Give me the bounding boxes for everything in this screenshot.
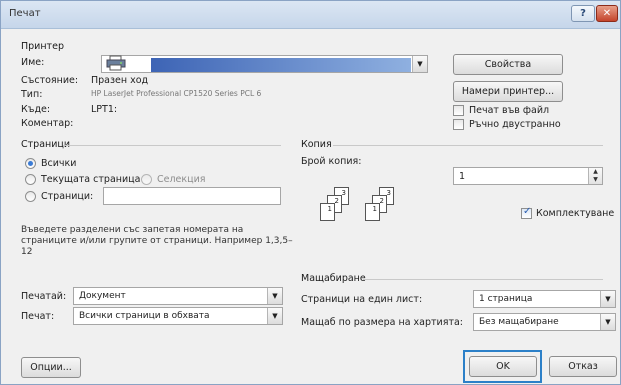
manual-duplex-label: Ръчно двустранно bbox=[469, 119, 561, 130]
copies-count-label: Брой копия: bbox=[301, 156, 362, 167]
copies-count-value: 1 bbox=[459, 171, 466, 182]
zoom-divider bbox=[363, 279, 603, 280]
page-number: 2 bbox=[334, 197, 339, 205]
type-value: HP LaserJet Professional CP1520 Series P… bbox=[91, 89, 262, 98]
chevron-down-icon: ▼ bbox=[267, 308, 282, 324]
where-label: Къде: bbox=[21, 104, 51, 115]
page-range-label: Страници: bbox=[41, 191, 94, 202]
pages-per-sheet-value: 1 страница bbox=[479, 294, 533, 304]
ok-button[interactable]: OK bbox=[469, 356, 537, 377]
title-bar: Печат ? ✕ bbox=[1, 1, 620, 29]
page-range-input[interactable] bbox=[103, 187, 281, 205]
spinner-arrows-icon[interactable]: ▲ ▼ bbox=[588, 168, 602, 184]
print-to-file-label: Печат във файл bbox=[469, 105, 550, 116]
page-number: 3 bbox=[386, 189, 391, 197]
status-label: Състояние: bbox=[21, 75, 79, 86]
print-range-value: Всички страници в обхвата bbox=[79, 311, 210, 321]
page-number: 2 bbox=[379, 197, 384, 205]
scale-value: Без мащабиране bbox=[479, 317, 559, 327]
current-page-radio[interactable] bbox=[25, 174, 36, 185]
page-icon: 1 bbox=[365, 203, 380, 221]
print-what-select[interactable]: Документ ▼ bbox=[73, 287, 283, 305]
collate-checkbox[interactable] bbox=[521, 206, 532, 219]
collate-label: Комплектуване bbox=[536, 208, 615, 219]
type-label: Тип: bbox=[21, 89, 43, 100]
chevron-down-icon: ▼ bbox=[267, 288, 282, 304]
page-icon: 1 bbox=[320, 203, 335, 221]
print-what-value: Документ bbox=[79, 291, 126, 301]
printer-name-label: Име: bbox=[21, 57, 45, 68]
page-range-radio[interactable] bbox=[25, 191, 36, 202]
scale-select[interactable]: Без мащабиране ▼ bbox=[473, 313, 616, 331]
all-pages-radio[interactable] bbox=[25, 158, 36, 169]
pages-divider bbox=[63, 145, 281, 146]
page-number: 1 bbox=[372, 205, 377, 213]
chevron-down-icon: ▼ bbox=[600, 314, 615, 330]
options-button[interactable]: Опции... bbox=[21, 357, 81, 378]
page-range-hint: Въведете разделени със запетая номерата … bbox=[21, 225, 293, 257]
find-printer-button[interactable]: Намери принтер... bbox=[453, 81, 563, 102]
current-page-label: Текущата страница bbox=[41, 174, 141, 185]
copies-group-title: Копия bbox=[301, 139, 332, 150]
comment-label: Коментар: bbox=[21, 118, 74, 129]
print-range-label: Печат: bbox=[21, 311, 55, 322]
copies-divider bbox=[333, 145, 603, 146]
print-dialog: Печат ? ✕ Принтер Име: ▼ Състояние: Праз… bbox=[0, 0, 621, 385]
where-value: LPT1: bbox=[91, 104, 118, 115]
properties-button[interactable]: Свойства bbox=[453, 54, 563, 75]
window-title: Печат bbox=[9, 8, 41, 19]
printer-icon bbox=[106, 55, 126, 71]
print-to-file-checkbox[interactable] bbox=[453, 105, 464, 116]
pages-per-sheet-label: Страници на един лист: bbox=[301, 294, 423, 305]
pages-per-sheet-select[interactable]: 1 страница ▼ bbox=[473, 290, 616, 308]
page-number: 1 bbox=[327, 205, 332, 213]
help-button[interactable]: ? bbox=[571, 5, 595, 22]
scale-label: Мащаб по размера на хартията: bbox=[301, 317, 464, 328]
page-number: 3 bbox=[341, 189, 346, 197]
selection-label: Селекция bbox=[157, 174, 206, 185]
printer-group-title: Принтер bbox=[21, 41, 64, 52]
copies-count-input[interactable]: 1 ▲ ▼ bbox=[453, 167, 603, 185]
status-value: Празен ход bbox=[91, 75, 149, 86]
cancel-button[interactable]: Отказ bbox=[549, 356, 617, 377]
chevron-down-icon: ▼ bbox=[600, 291, 615, 307]
selection-radio[interactable] bbox=[141, 174, 152, 185]
print-range-select[interactable]: Всички страници в обхвата ▼ bbox=[73, 307, 283, 325]
all-pages-label: Всички bbox=[41, 158, 77, 169]
print-what-label: Печатай: bbox=[21, 291, 67, 302]
zoom-group-title: Мащабиране bbox=[301, 273, 366, 284]
printer-name-value bbox=[151, 58, 411, 72]
manual-duplex-checkbox[interactable] bbox=[453, 119, 464, 130]
chevron-down-icon: ▼ bbox=[412, 56, 427, 72]
close-button[interactable]: ✕ bbox=[596, 5, 618, 22]
